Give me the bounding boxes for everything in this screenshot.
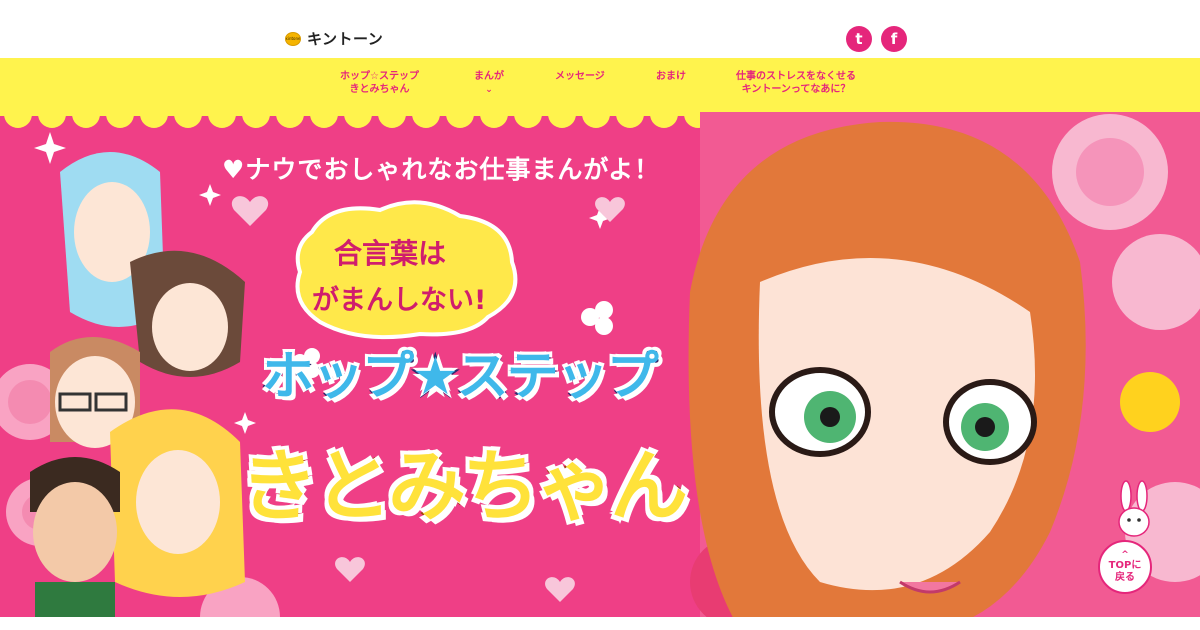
- top-button-label: 戻る: [1115, 571, 1135, 583]
- hero-banner: ♥ナウでおしゃれなお仕事まんがよ！ 合言葉は がまんしない! ホップ★ステップ …: [0, 112, 1200, 630]
- supporting-characters: [30, 152, 245, 630]
- chevron-down-icon: ⌄: [485, 85, 493, 95]
- bubble-line-1: 合言葉は: [334, 237, 447, 270]
- kintone-logo-icon: kintone: [285, 31, 301, 46]
- chevron-up-icon: ^: [1121, 549, 1129, 560]
- nav-item-label: 仕事のストレスをなくせる: [736, 71, 856, 82]
- hero-catchphrase: ♥ナウでおしゃれなお仕事まんがよ！: [222, 155, 661, 184]
- top-button-label: TOPに: [1108, 559, 1142, 571]
- page-frame: kintone キントーン t f ホップ☆ステップ きとみちゃん まんが ⌄ …: [0, 0, 1200, 630]
- nav-item-label: ホップ☆ステップ: [340, 71, 419, 82]
- twitter-icon[interactable]: t: [846, 26, 872, 52]
- nav-item-label: メッセージ: [555, 71, 605, 82]
- nav-item-label: まんが: [474, 71, 504, 82]
- logo-text: キントーン: [307, 30, 384, 48]
- page-bottom-margin: [0, 617, 1200, 630]
- nav-item-label: おまけ: [656, 71, 686, 82]
- site-header: kintone キントーン t f: [0, 20, 1200, 58]
- bubble-line-2: がまんしない!: [312, 285, 487, 316]
- kintone-logo[interactable]: kintone キントーン: [285, 28, 383, 49]
- title-line-1: ホップ★ステップ: [261, 346, 661, 409]
- social-links: t f: [846, 26, 907, 52]
- nav-item-label: キントーンってなあに？: [741, 84, 851, 95]
- nav-item-message[interactable]: メッセージ: [555, 70, 605, 83]
- nav-item-hop-step[interactable]: ホップ☆ステップ きとみちゃん: [340, 70, 419, 96]
- nav-item-label: きとみちゃん: [349, 84, 410, 95]
- global-nav: ホップ☆ステップ きとみちゃん まんが ⌄ メッセージ おまけ 仕事のストレスを…: [0, 58, 1200, 112]
- bunny-mascot-icon: [1118, 480, 1150, 537]
- back-to-top-button[interactable]: ^ TOPに 戻る: [1098, 540, 1152, 594]
- nav-item-omake[interactable]: おまけ: [656, 70, 686, 83]
- nav-item-manga[interactable]: まんが ⌄: [474, 70, 504, 95]
- title-line-2: きとみちゃん: [238, 440, 689, 534]
- nav-item-about-kintone[interactable]: 仕事のストレスをなくせる キントーンってなあに？: [736, 70, 856, 96]
- facebook-icon[interactable]: f: [881, 26, 907, 52]
